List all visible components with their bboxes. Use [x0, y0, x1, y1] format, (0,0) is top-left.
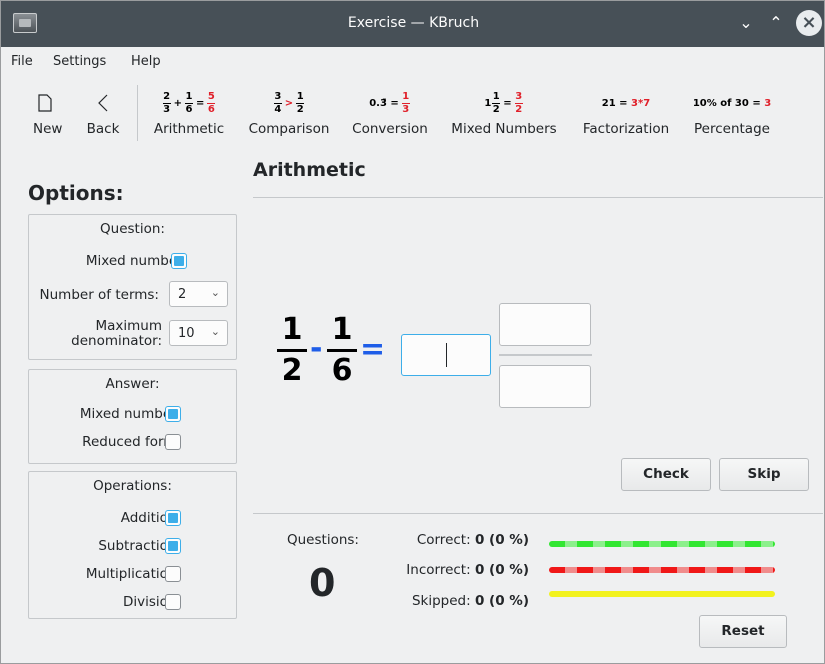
percentage-icon: 10% of 30 = 3 [692, 97, 772, 109]
percentage-label: Percentage [694, 121, 770, 137]
comparison-icon: 34 > 12 [273, 90, 305, 115]
first-fraction: 1 2 [277, 313, 307, 388]
question-mixed-number-checkbox[interactable] [171, 253, 187, 269]
operator-sign: - [310, 331, 323, 366]
whole-number-input[interactable] [401, 334, 491, 376]
skipped-value: 0 (0 %) [474, 593, 529, 609]
max-denominator-label: Maximum denominator: [71, 318, 162, 349]
question-group: Question: Mixed number: Number of terms:… [28, 214, 237, 360]
back-label: Back [86, 121, 120, 137]
division-checkbox[interactable] [165, 594, 181, 610]
skipped-bar [549, 591, 775, 597]
incorrect-label: Incorrect: 0 (0 %) [406, 562, 529, 578]
new-document-icon [33, 89, 57, 117]
second-fraction: 1 6 [327, 313, 357, 388]
chevron-up-icon[interactable]: ⌃ [764, 11, 788, 35]
toolbar: New Back 23 + 16 = 56 Arithmetic 34 > 12 [1, 77, 824, 147]
correct-value: 0 (0 %) [474, 532, 529, 548]
menu-settings[interactable]: Settings [53, 54, 106, 69]
number-of-terms-select[interactable]: 2 ⌄ [169, 281, 228, 307]
title-divider [253, 197, 823, 198]
reduced-form-checkbox[interactable] [165, 434, 181, 450]
max-denominator-value: 10 [178, 326, 195, 341]
second-numerator: 1 [331, 312, 353, 347]
arithmetic-button[interactable]: 23 + 16 = 56 Arithmetic [147, 77, 231, 143]
incorrect-bar [549, 567, 775, 573]
kbruch-window: Exercise — KBruch ⌄ ⌃ × File Settings He… [0, 0, 825, 664]
equals-sign: = [360, 332, 386, 367]
first-numerator: 1 [281, 312, 303, 347]
conversion-label: Conversion [352, 121, 428, 137]
questions-label: Questions: [287, 532, 359, 548]
comparison-label: Comparison [248, 121, 330, 137]
chevron-down-icon: ⌄ [210, 286, 220, 299]
reset-button[interactable]: Reset [699, 615, 787, 648]
denominator-input[interactable] [499, 365, 591, 408]
stats-divider [253, 513, 823, 514]
titlebar: Exercise — KBruch ⌄ ⌃ × [1, 1, 824, 47]
arithmetic-icon: 23 + 16 = 56 [162, 90, 216, 115]
numerator-input[interactable] [499, 303, 591, 346]
chevron-down-icon[interactable]: ⌄ [734, 11, 758, 35]
menu-help[interactable]: Help [131, 54, 161, 69]
chevron-down-icon: ⌄ [210, 325, 220, 338]
factorization-label: Factorization [582, 121, 670, 137]
mixed-numbers-button[interactable]: 1 12 = 32 Mixed Numbers [445, 77, 563, 143]
comparison-button[interactable]: 34 > 12 Comparison [243, 77, 335, 143]
second-denominator: 6 [331, 353, 353, 388]
first-denominator: 2 [281, 353, 303, 388]
skip-button[interactable]: Skip [719, 458, 809, 491]
back-button[interactable]: Back [83, 77, 123, 143]
menu-file[interactable]: File [11, 54, 33, 69]
back-arrow-icon [83, 89, 123, 117]
mixed-numbers-icon: 1 12 = 32 [484, 90, 523, 115]
answer-mixed-number-checkbox[interactable] [165, 406, 181, 422]
number-of-terms-label: Number of terms: [39, 287, 159, 303]
options-title: Options: [28, 181, 124, 205]
conversion-button[interactable]: 0.3̄ = 13 Conversion [347, 77, 433, 143]
arithmetic-label: Arithmetic [153, 121, 225, 137]
max-denominator-select[interactable]: 10 ⌄ [169, 320, 228, 346]
answer-group: Answer: Mixed number: Reduced form: [28, 369, 237, 464]
new-label: New [33, 121, 63, 137]
conversion-icon: 0.3̄ = 13 [369, 90, 410, 115]
operations-group: Operations: Addition: Subtraction: Multi… [28, 471, 237, 619]
correct-label: Correct: 0 (0 %) [416, 532, 529, 548]
text-caret [446, 343, 447, 367]
percentage-button[interactable]: 10% of 30 = 3 Percentage [687, 77, 777, 143]
question-group-title: Question: [100, 221, 165, 237]
operations-group-title: Operations: [93, 478, 172, 494]
menubar: File Settings Help [1, 47, 824, 75]
close-icon[interactable]: × [796, 10, 822, 36]
exercise-title: Arithmetic [253, 159, 366, 181]
window-title: Exercise — KBruch [347, 15, 480, 31]
answer-group-title: Answer: [105, 376, 160, 392]
subtraction-checkbox[interactable] [165, 538, 181, 554]
factorization-icon: 21 = 3*7 [601, 97, 651, 109]
questions-count: 0 [309, 561, 336, 605]
answer-fraction-line [499, 354, 592, 356]
factorization-button[interactable]: 21 = 3*7 Factorization [575, 77, 677, 143]
multiplication-checkbox[interactable] [165, 566, 181, 582]
incorrect-value: 0 (0 %) [474, 562, 529, 578]
new-button[interactable]: New [33, 77, 63, 143]
correct-bar [549, 541, 775, 547]
toolbar-separator [137, 85, 138, 141]
mixed-numbers-label: Mixed Numbers [451, 121, 557, 137]
number-of-terms-value: 2 [178, 287, 187, 302]
addition-checkbox[interactable] [165, 510, 181, 526]
skipped-label: Skipped: 0 (0 %) [411, 593, 529, 609]
check-button[interactable]: Check [621, 458, 711, 491]
